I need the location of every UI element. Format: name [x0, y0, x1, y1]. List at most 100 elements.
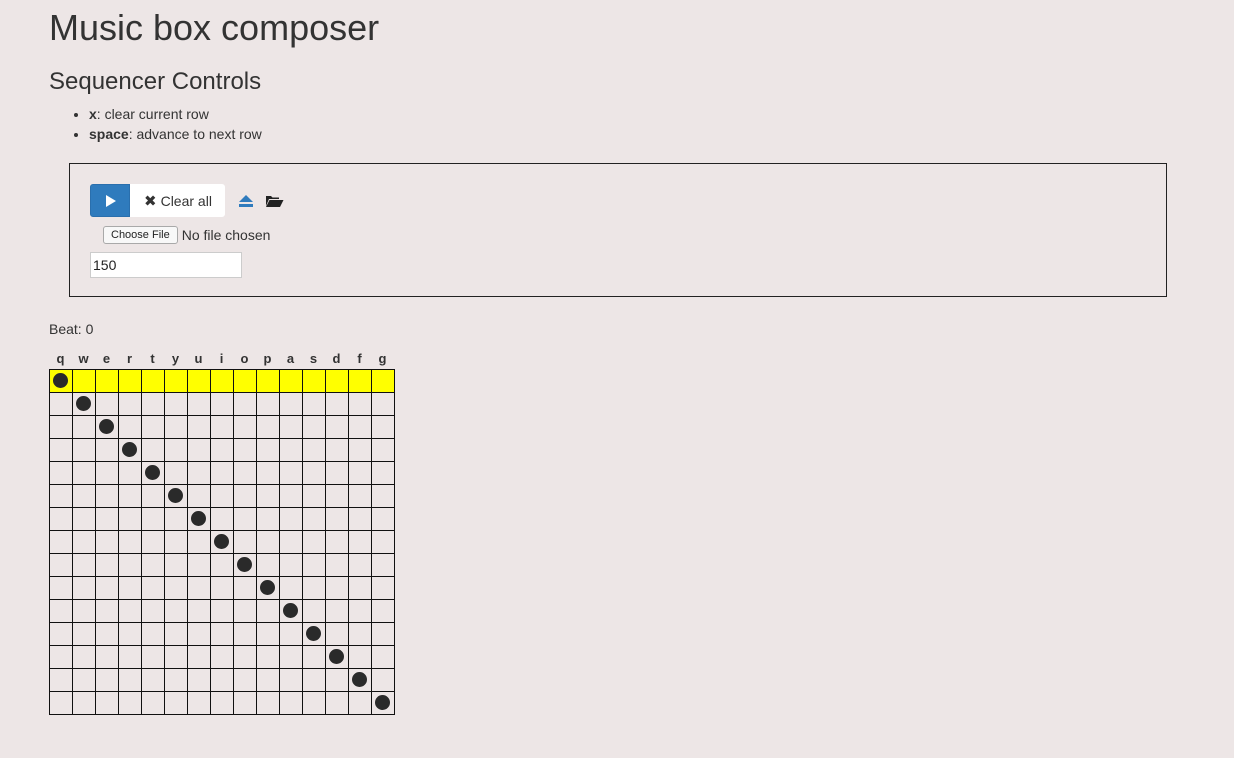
grid-cell[interactable] — [49, 530, 73, 554]
grid-cell[interactable] — [95, 507, 119, 531]
grid-cell[interactable] — [187, 530, 211, 554]
grid-cell[interactable] — [141, 415, 165, 439]
grid-cell[interactable] — [210, 553, 234, 577]
grid-cell[interactable] — [49, 553, 73, 577]
grid-cell[interactable] — [325, 438, 349, 462]
grid-cell[interactable] — [279, 484, 303, 508]
grid-cell[interactable] — [371, 668, 395, 692]
grid-cell[interactable] — [187, 553, 211, 577]
grid-cell[interactable] — [279, 622, 303, 646]
grid-cell[interactable] — [210, 484, 234, 508]
grid-cell[interactable] — [95, 645, 119, 669]
grid-cell[interactable] — [49, 507, 73, 531]
grid-cell[interactable] — [279, 668, 303, 692]
grid-cell[interactable] — [325, 484, 349, 508]
grid-cell[interactable] — [279, 599, 303, 623]
grid-cell[interactable] — [141, 484, 165, 508]
grid-cell[interactable] — [95, 369, 119, 393]
grid-cell[interactable] — [279, 645, 303, 669]
grid-cell[interactable] — [49, 369, 73, 393]
grid-cell[interactable] — [302, 461, 326, 485]
grid-cell[interactable] — [348, 438, 372, 462]
grid-cell[interactable] — [187, 369, 211, 393]
grid-cell[interactable] — [210, 392, 234, 416]
grid-cell[interactable] — [256, 415, 280, 439]
grid-cell[interactable] — [49, 438, 73, 462]
grid-cell[interactable] — [164, 415, 188, 439]
grid-cell[interactable] — [302, 576, 326, 600]
grid-cell[interactable] — [279, 369, 303, 393]
grid-cell[interactable] — [187, 461, 211, 485]
grid-cell[interactable] — [279, 392, 303, 416]
grid-cell[interactable] — [49, 645, 73, 669]
grid-cell[interactable] — [371, 415, 395, 439]
grid-cell[interactable] — [118, 461, 142, 485]
grid-cell[interactable] — [141, 369, 165, 393]
grid-cell[interactable] — [371, 599, 395, 623]
grid-cell[interactable] — [348, 392, 372, 416]
grid-cell[interactable] — [348, 530, 372, 554]
grid-cell[interactable] — [141, 553, 165, 577]
grid-cell[interactable] — [141, 691, 165, 715]
grid-cell[interactable] — [72, 507, 96, 531]
grid-cell[interactable] — [233, 553, 257, 577]
grid-cell[interactable] — [95, 530, 119, 554]
grid-cell[interactable] — [325, 576, 349, 600]
grid-cell[interactable] — [256, 392, 280, 416]
grid-cell[interactable] — [210, 645, 234, 669]
grid-cell[interactable] — [164, 484, 188, 508]
choose-file-button[interactable]: Choose File — [103, 226, 178, 244]
grid-cell[interactable] — [256, 668, 280, 692]
grid-cell[interactable] — [72, 622, 96, 646]
grid-cell[interactable] — [256, 553, 280, 577]
grid-cell[interactable] — [72, 484, 96, 508]
grid-cell[interactable] — [210, 530, 234, 554]
grid-cell[interactable] — [302, 392, 326, 416]
grid-cell[interactable] — [164, 668, 188, 692]
grid-cell[interactable] — [141, 622, 165, 646]
grid-cell[interactable] — [302, 484, 326, 508]
grid-cell[interactable] — [348, 691, 372, 715]
grid-cell[interactable] — [141, 599, 165, 623]
grid-cell[interactable] — [164, 369, 188, 393]
grid-cell[interactable] — [348, 369, 372, 393]
grid-cell[interactable] — [187, 599, 211, 623]
grid-cell[interactable] — [256, 438, 280, 462]
grid-cell[interactable] — [164, 576, 188, 600]
grid-cell[interactable] — [233, 668, 257, 692]
grid-cell[interactable] — [302, 438, 326, 462]
grid-cell[interactable] — [141, 530, 165, 554]
grid-cell[interactable] — [210, 599, 234, 623]
grid-cell[interactable] — [118, 599, 142, 623]
grid-cell[interactable] — [95, 668, 119, 692]
grid-cell[interactable] — [95, 599, 119, 623]
grid-cell[interactable] — [371, 622, 395, 646]
grid-cell[interactable] — [164, 507, 188, 531]
grid-cell[interactable] — [187, 622, 211, 646]
grid-cell[interactable] — [72, 392, 96, 416]
grid-cell[interactable] — [348, 668, 372, 692]
grid-cell[interactable] — [233, 484, 257, 508]
grid-cell[interactable] — [118, 668, 142, 692]
grid-cell[interactable] — [49, 484, 73, 508]
grid-cell[interactable] — [279, 415, 303, 439]
grid-cell[interactable] — [371, 369, 395, 393]
grid-cell[interactable] — [49, 415, 73, 439]
grid-cell[interactable] — [95, 484, 119, 508]
grid-cell[interactable] — [164, 461, 188, 485]
clear-all-button[interactable]: ✖ Clear all — [130, 184, 225, 217]
grid-cell[interactable] — [348, 415, 372, 439]
grid-cell[interactable] — [118, 553, 142, 577]
grid-cell[interactable] — [256, 645, 280, 669]
grid-cell[interactable] — [187, 438, 211, 462]
grid-cell[interactable] — [325, 553, 349, 577]
grid-cell[interactable] — [325, 392, 349, 416]
grid-cell[interactable] — [302, 691, 326, 715]
grid-cell[interactable] — [302, 369, 326, 393]
grid-cell[interactable] — [49, 392, 73, 416]
grid-cell[interactable] — [348, 645, 372, 669]
grid-cell[interactable] — [187, 668, 211, 692]
folder-open-icon[interactable] — [265, 194, 284, 208]
grid-cell[interactable] — [49, 622, 73, 646]
eject-icon[interactable] — [238, 194, 253, 207]
